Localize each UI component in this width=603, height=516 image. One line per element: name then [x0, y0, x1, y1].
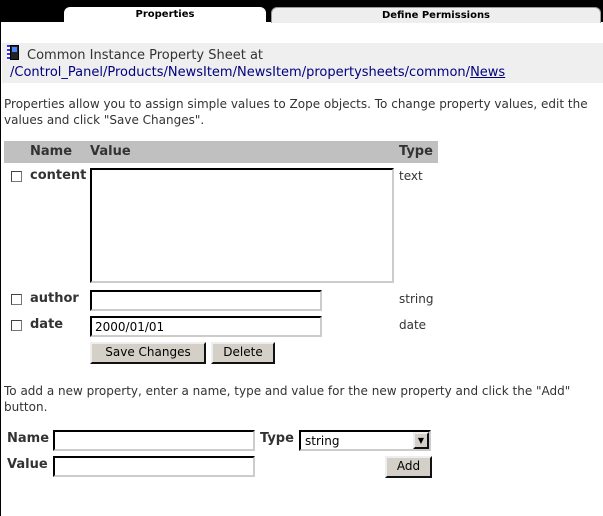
header-name: Name: [30, 144, 73, 159]
save-changes-button[interactable]: Save Changes: [90, 342, 206, 364]
breadcrumb-link[interactable]: Control_Panel: [14, 65, 103, 80]
add-button[interactable]: Add: [385, 456, 432, 478]
table-header: Name Value Type: [4, 141, 438, 163]
header-value: Value: [90, 144, 131, 159]
add-intro-text: To add a new property, enter a name, typ…: [4, 384, 571, 414]
breadcrumb: /Control_Panel/Products/NewsItem/NewsIte…: [10, 65, 505, 80]
property-sheet-icon: [7, 45, 19, 60]
value-label: Value: [7, 457, 48, 472]
header-type: Type: [399, 144, 433, 159]
breadcrumb-link[interactable]: NewsItem: [168, 65, 233, 80]
property-type: text: [399, 169, 423, 183]
property-name: content: [30, 168, 87, 183]
type-label: Type: [260, 431, 294, 446]
page-header: Common Instance Property Sheet at /Contr…: [2, 43, 603, 83]
breadcrumb-link[interactable]: Products: [107, 65, 163, 80]
property-type: date: [399, 318, 427, 332]
new-name-input[interactable]: [53, 430, 255, 451]
date-input[interactable]: [90, 316, 322, 337]
select-author-checkbox[interactable]: [11, 294, 22, 305]
type-selected-value: string: [305, 434, 340, 448]
property-name: date: [30, 317, 64, 332]
content-textarea[interactable]: [90, 168, 394, 283]
delete-button[interactable]: Delete: [211, 342, 275, 364]
breadcrumb-link[interactable]: NewsItem: [237, 65, 302, 80]
type-select[interactable]: string ▼: [299, 430, 431, 451]
author-input[interactable]: [90, 290, 322, 311]
select-content-checkbox[interactable]: [11, 171, 22, 182]
intro-text: Properties allow you to assign simple va…: [4, 97, 588, 127]
breadcrumb-link[interactable]: News: [470, 65, 505, 80]
breadcrumb-link[interactable]: propertysheets: [306, 65, 405, 80]
new-value-input[interactable]: [53, 456, 255, 477]
tab-properties[interactable]: Properties: [64, 7, 266, 23]
page-title: Common Instance Property Sheet at: [27, 48, 264, 63]
select-date-checkbox[interactable]: [11, 320, 22, 331]
tab-define-permissions[interactable]: Define Permissions: [271, 7, 601, 23]
name-label: Name: [7, 431, 50, 446]
chevron-down-icon[interactable]: ▼: [413, 432, 429, 449]
property-name: author: [30, 291, 79, 306]
property-type: string: [399, 292, 434, 306]
breadcrumb-link[interactable]: common: [409, 65, 466, 80]
